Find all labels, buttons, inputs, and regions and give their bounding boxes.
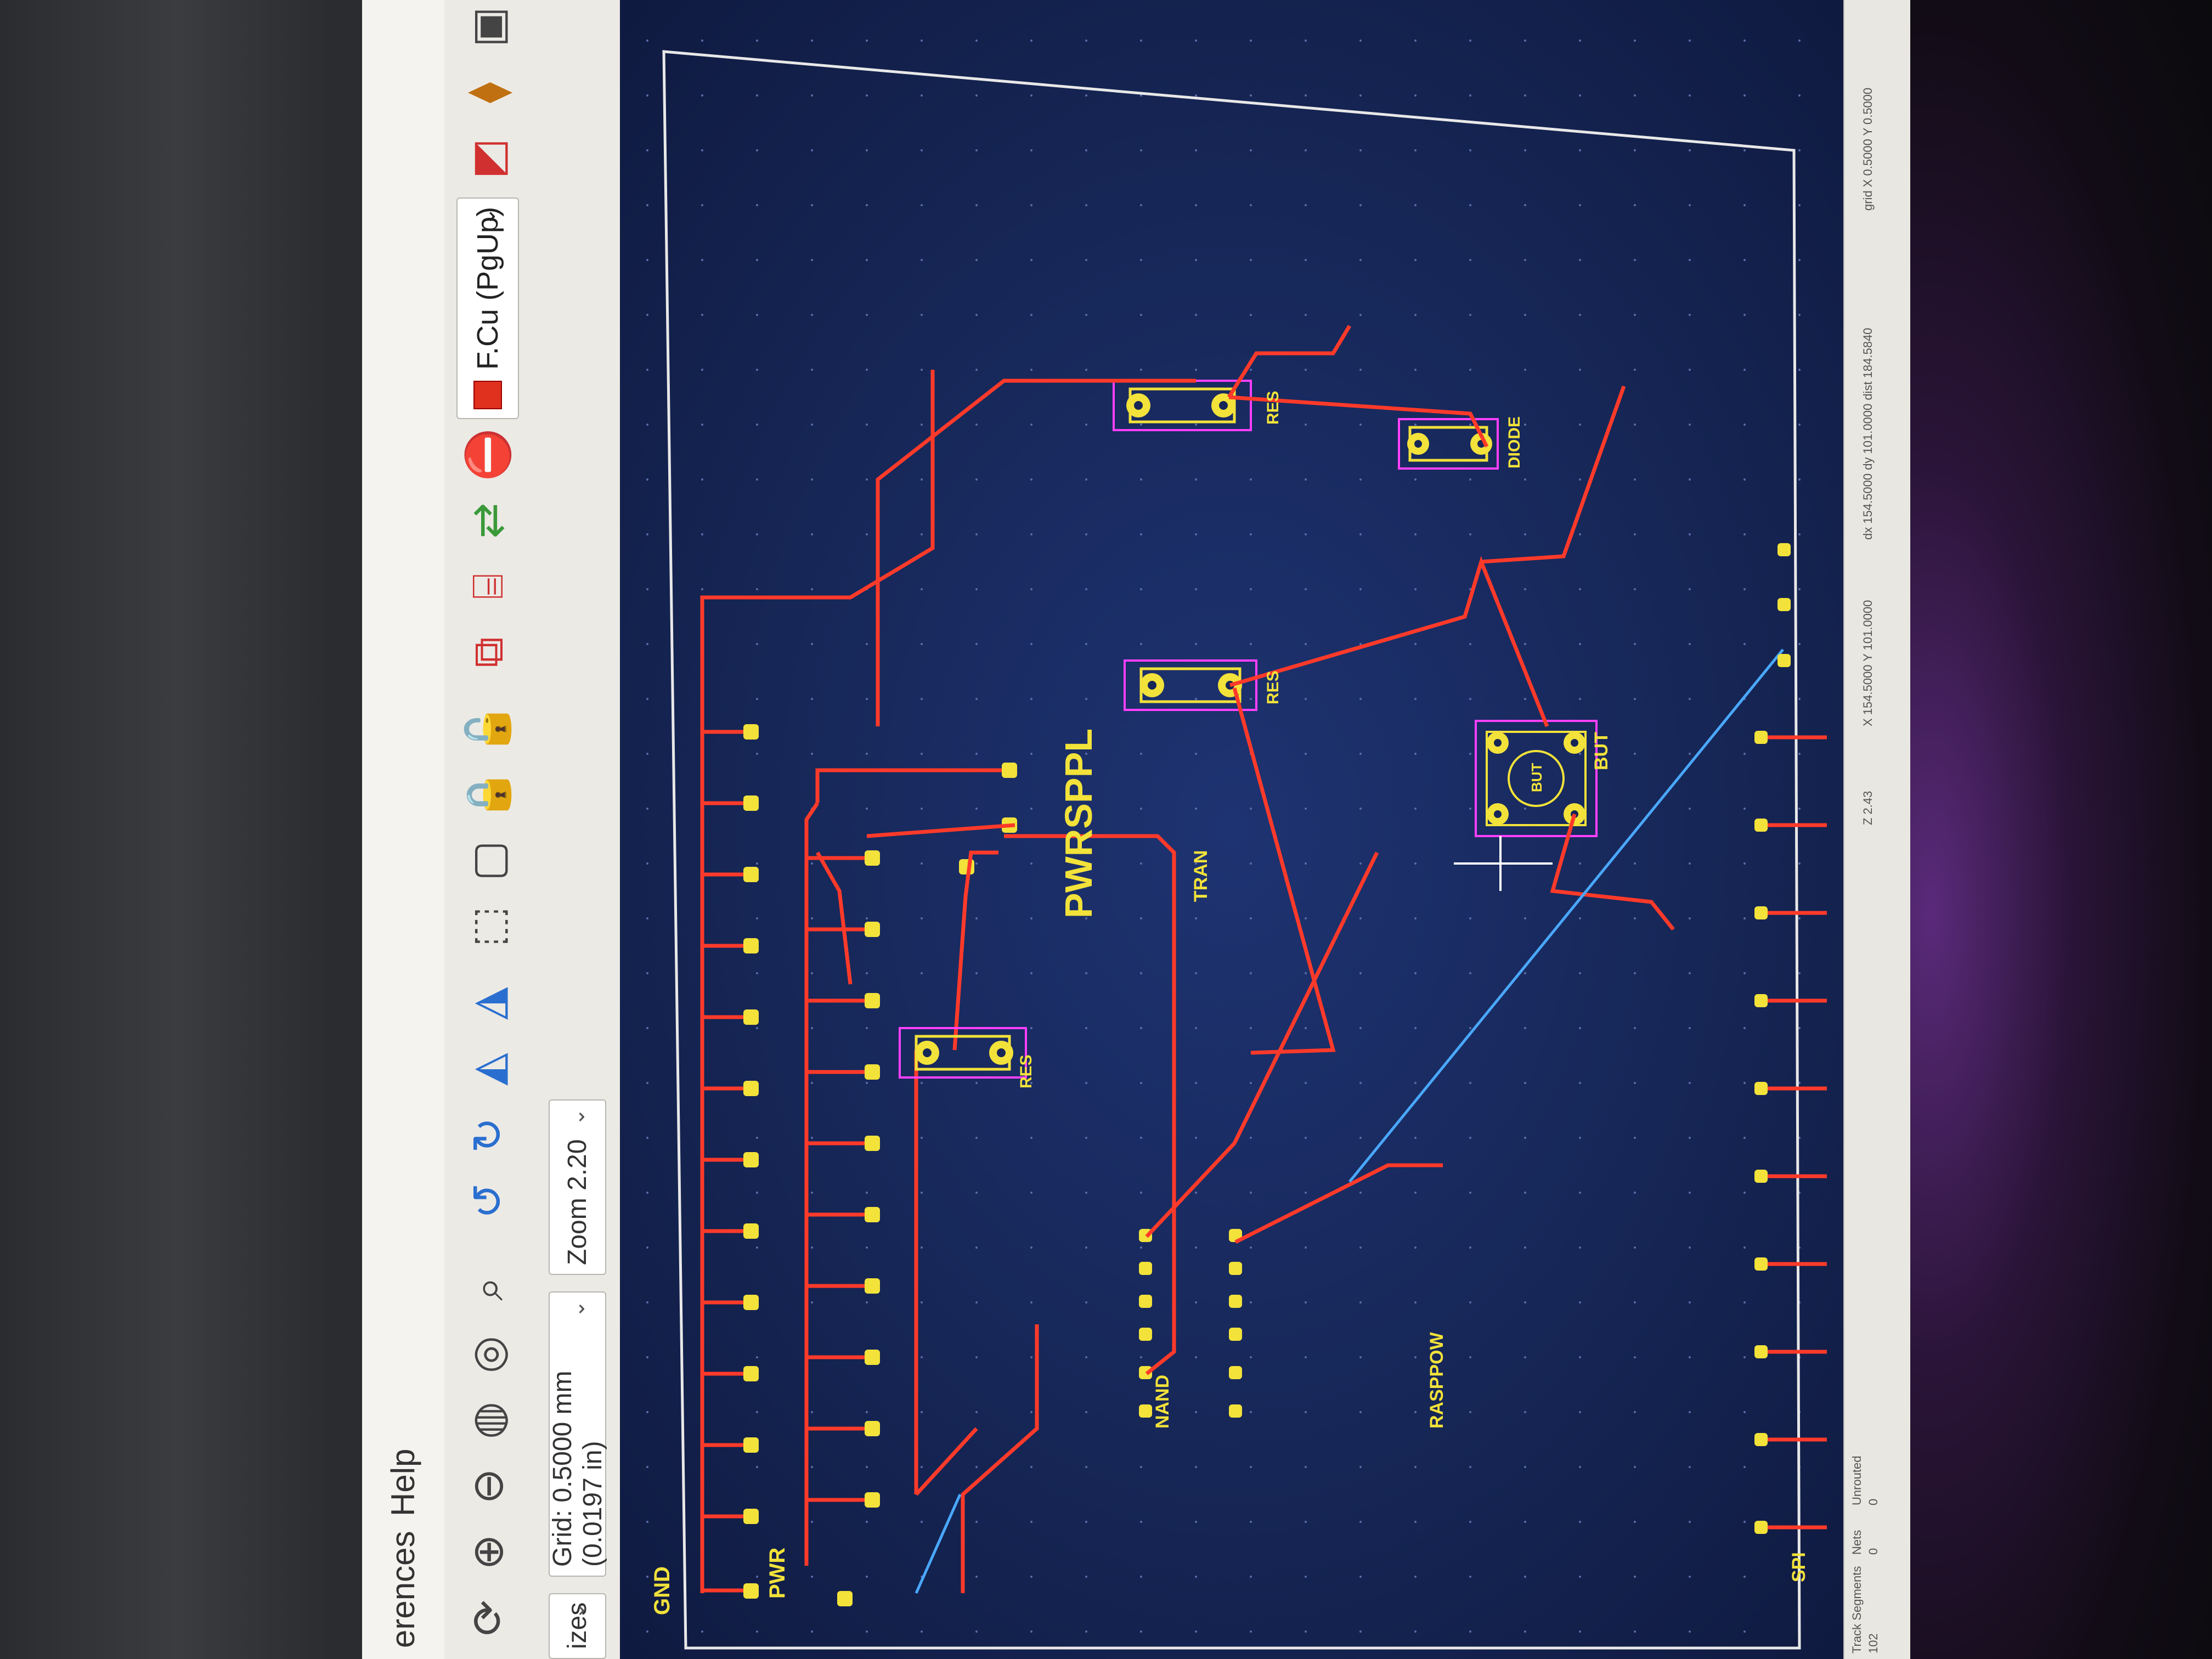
zoom-select[interactable]: Zoom 2.20 ⌄ bbox=[549, 1099, 606, 1275]
status-bar: Track Segments 102 Nets 0 Unrouted 0 Z 2… bbox=[1843, 0, 1910, 1659]
track-segments-label: Track Segments bbox=[1850, 1566, 1864, 1654]
flip-horizontal-icon[interactable]: ◭ bbox=[458, 1039, 518, 1099]
zoom-objects-icon[interactable]: ◎ bbox=[458, 1324, 518, 1385]
footprint-browser-icon[interactable]: ⌸ bbox=[458, 556, 518, 617]
footprint-editor-icon[interactable]: ⧉ bbox=[458, 622, 518, 682]
layer-pair-icon[interactable]: ◩ bbox=[458, 128, 518, 189]
chevron-down-icon: ⌄ bbox=[566, 1300, 589, 1318]
res-label-2: RES bbox=[1264, 670, 1282, 704]
but-label: BUT bbox=[1591, 732, 1612, 770]
cursor-delta: dx 154.5000 dy 101.0000 dist 184.5840 bbox=[1861, 328, 1875, 540]
pcb-canvas[interactable]: GND PWR NAND RASPPOW SPI PWRSPPL TRAN BU… bbox=[620, 0, 1843, 1659]
rasppow-label: RASPPOW bbox=[1426, 1331, 1447, 1429]
res-label-3: RES bbox=[1264, 391, 1282, 425]
layer-selector[interactable]: F.Cu (PgUp) ⌄ bbox=[456, 198, 519, 419]
pwrsppl-title: PWRSPPL bbox=[1057, 729, 1100, 918]
pcb-editor-window: erences Help ⟳ ⊕ ⊖ ◍ ◎ ⌕ ↺ ↻ ◭ ◮ ⬚ ▢ 🔒 🔓… bbox=[362, 0, 1910, 1659]
rotate-ccw-icon[interactable]: ↺ bbox=[458, 1171, 518, 1231]
zoom-select-label: Zoom 2.20 bbox=[563, 1139, 592, 1265]
nand-label: NAND bbox=[1152, 1375, 1173, 1429]
aux-toolbar: izes ⌄ Grid: 0.5000 mm (0.0197 in) ⌄ Zoo… bbox=[538, 0, 621, 1659]
track-size-select[interactable]: izes ⌄ bbox=[549, 1593, 606, 1659]
ungroup-icon[interactable]: ▢ bbox=[458, 831, 518, 891]
unlock-icon[interactable]: 🔓 bbox=[458, 699, 518, 759]
spi-label: SPI bbox=[1788, 1552, 1809, 1582]
rotate-cw-icon[interactable]: ↻ bbox=[458, 1105, 518, 1165]
nets-value: 0 bbox=[1866, 1548, 1880, 1555]
layer-color-swatch bbox=[473, 381, 502, 409]
flip-vertical-icon[interactable]: ◮ bbox=[458, 973, 518, 1034]
menu-bar: erences Help bbox=[362, 0, 444, 1659]
gnd-label: GND bbox=[650, 1566, 674, 1615]
lock-icon[interactable]: 🔒 bbox=[458, 765, 518, 825]
unrouted-label: Unrouted bbox=[1850, 1455, 1864, 1505]
menu-preferences[interactable]: erences bbox=[384, 1531, 422, 1648]
layer-selector-label: F.Cu (PgUp) bbox=[471, 206, 504, 370]
redraw-icon[interactable]: ⟳ bbox=[458, 1588, 518, 1648]
but-inner-label: BUT bbox=[1528, 763, 1545, 792]
autorouter-icon[interactable]: ⧫ bbox=[458, 63, 518, 123]
diode-label: DIODE bbox=[1505, 416, 1523, 469]
update-pcb-icon[interactable]: ⇄ bbox=[458, 490, 518, 551]
drc-icon[interactable]: ⛔ bbox=[458, 425, 518, 485]
tran-label: TRAN bbox=[1190, 850, 1211, 902]
grid-select[interactable]: Grid: 0.5000 mm (0.0197 in) ⌄ bbox=[548, 1291, 607, 1577]
zoom-selection-icon[interactable]: ⌕ bbox=[458, 1259, 518, 1319]
pwr-label: PWR bbox=[765, 1548, 789, 1599]
grid-select-label: Grid: 0.5000 mm (0.0197 in) bbox=[548, 1370, 607, 1567]
menu-help[interactable]: Help bbox=[384, 1449, 422, 1516]
group-icon[interactable]: ⬚ bbox=[458, 896, 518, 957]
zoom-status: Z 2.43 bbox=[1861, 791, 1875, 825]
cursor-coords: X 154.5000 Y 101.0000 bbox=[1861, 600, 1875, 726]
scripting-console-icon[interactable]: ▣ bbox=[458, 0, 518, 57]
zoom-out-icon[interactable]: ⊖ bbox=[458, 1456, 518, 1516]
res-label-1: RES bbox=[1017, 1054, 1035, 1088]
chevron-down-icon: ⌄ bbox=[566, 1108, 589, 1126]
nets-label: Nets bbox=[1850, 1530, 1864, 1555]
grid-status: grid X 0.5000 Y 0.5000 bbox=[1861, 87, 1875, 211]
track-segments-value: 102 bbox=[1866, 1633, 1880, 1654]
chevron-down-icon: ⌄ bbox=[476, 207, 500, 226]
unrouted-value: 0 bbox=[1866, 1498, 1880, 1505]
chevron-down-icon: ⌄ bbox=[566, 1602, 589, 1620]
zoom-fit-icon[interactable]: ◍ bbox=[458, 1390, 518, 1451]
pcb-drawing: GND PWR NAND RASPPOW SPI PWRSPPL TRAN BU… bbox=[620, 0, 1843, 1659]
zoom-in-icon[interactable]: ⊕ bbox=[458, 1522, 518, 1582]
main-toolbar: ⟳ ⊕ ⊖ ◍ ◎ ⌕ ↺ ↻ ◭ ◮ ⬚ ▢ 🔒 🔓 ⧉ ⌸ ⇄ ⛔ F.Cu… bbox=[444, 0, 539, 1659]
